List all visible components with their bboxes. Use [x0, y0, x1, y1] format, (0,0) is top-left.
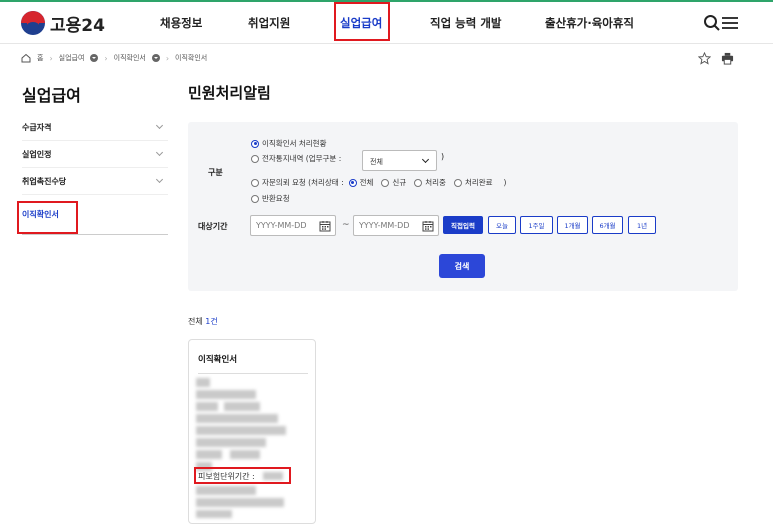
period-today-button[interactable]: 오늘: [488, 216, 516, 234]
paren-close: ): [503, 178, 507, 187]
redacted-text: [224, 402, 260, 411]
site-logo[interactable]: 고용24: [21, 10, 105, 36]
breadcrumb: 홈 › 실업급여 › 이직확인서 › 이직확인서: [21, 50, 207, 66]
redacted-text: [230, 450, 260, 459]
radio-label: 반환요청: [262, 194, 290, 203]
radio-return-request[interactable]: 반환요청: [251, 193, 290, 204]
select-value: 전체: [370, 158, 383, 166]
radio-label: 처리중: [425, 178, 446, 187]
nav-jobs[interactable]: 채용정보: [160, 15, 202, 31]
dropdown-icon[interactable]: [151, 54, 160, 62]
period-direct-input-button[interactable]: 직접입력: [443, 216, 483, 234]
nav-highlight-box: [334, 2, 390, 41]
breadcrumb-separator-icon: ›: [165, 53, 170, 63]
redacted-text: [196, 414, 278, 423]
radio-status-all[interactable]: [348, 178, 357, 187]
page-tools: [698, 52, 734, 65]
star-icon[interactable]: [698, 52, 711, 65]
home-icon[interactable]: [21, 53, 31, 63]
redacted-text: [196, 378, 210, 387]
taegeuk-logo-icon: [21, 11, 45, 35]
redacted-text: [196, 390, 256, 399]
total-prefix: 전체: [188, 317, 203, 326]
start-date-input[interactable]: YYYY-MM-DD: [250, 215, 336, 236]
category-label: 구분: [208, 168, 223, 177]
radio-label: 자문의뢰 요청 (처리상태 :: [262, 178, 344, 187]
calendar-icon[interactable]: [319, 220, 331, 232]
total-count: 1건: [205, 317, 218, 326]
chevron-down-icon: [155, 121, 164, 130]
sidebar-highlight-box: [17, 201, 78, 234]
redacted-text: [196, 426, 286, 435]
business-type-select[interactable]: 전체: [362, 150, 437, 171]
redacted-text: [196, 438, 266, 447]
radio-separation-status[interactable]: 이직확인서 처리현황: [251, 138, 326, 149]
redacted-text: [196, 510, 232, 518]
chevron-down-icon: [155, 175, 164, 184]
search-icon[interactable]: [703, 14, 721, 32]
sidebar-item-unemployment-recognition[interactable]: 실업인정: [22, 141, 168, 168]
radio-label: 전자통지내역 (업무구분 :: [262, 154, 342, 163]
dropdown-icon[interactable]: [90, 54, 99, 62]
redacted-text: [196, 450, 222, 459]
radio-label: 처리완료: [464, 178, 493, 187]
redacted-text: [196, 498, 284, 507]
period-1week-button[interactable]: 1주일: [520, 216, 553, 234]
radio-status-done[interactable]: [453, 178, 462, 187]
radio-label: 전체: [359, 178, 374, 187]
period-6month-button[interactable]: 6개월: [592, 216, 623, 234]
redacted-text: [196, 402, 218, 411]
paren-close: ): [441, 152, 445, 161]
radio-advisory-request[interactable]: 자문의뢰 요청 (처리상태 : 전체 신규 처리중 처리완료 ): [251, 177, 506, 188]
card-divider: [198, 373, 308, 374]
breadcrumb-level2[interactable]: 이직확인서: [114, 53, 146, 63]
sidebar-item-label: 수급자격: [22, 122, 52, 132]
sidebar-item-eligibility[interactable]: 수급자격: [22, 114, 168, 141]
logo-text: 고용24: [50, 15, 105, 36]
nav-employment-support[interactable]: 취업지원: [248, 15, 290, 31]
period-label: 대상기간: [198, 222, 228, 231]
search-button[interactable]: 검색: [439, 254, 485, 278]
nav-parental-leave[interactable]: 출산휴가·육아휴직: [545, 15, 634, 31]
radio-button[interactable]: [251, 154, 259, 163]
breadcrumb-level1[interactable]: 실업급여: [59, 53, 85, 63]
result-total: 전체 1건: [188, 316, 218, 327]
calendar-icon[interactable]: [422, 220, 434, 232]
radio-electronic-notice[interactable]: 전자통지내역 (업무구분 :: [251, 153, 341, 164]
radio-button[interactable]: [251, 178, 259, 187]
global-header: 고용24 채용정보 취업지원 실업급여 직업 능력 개발 출산휴가·육아휴직: [0, 2, 773, 44]
breadcrumb-home[interactable]: 홈: [37, 53, 43, 63]
sidebar-item-label: 취업촉진수당: [22, 176, 67, 186]
radio-label: 신규: [392, 178, 407, 187]
sidebar-title: 실업급여: [22, 86, 81, 105]
date-separator: ~: [342, 220, 350, 230]
menu-icon[interactable]: [721, 14, 739, 32]
end-date-input[interactable]: YYYY-MM-DD: [353, 215, 439, 236]
date-placeholder: YYYY-MM-DD: [359, 221, 410, 230]
sidebar-item-employment-promotion[interactable]: 취업촉진수당: [22, 168, 168, 195]
card-field-highlight-box: [194, 467, 291, 484]
breadcrumb-current: 이직확인서: [175, 54, 208, 62]
radio-status-in-progress[interactable]: [414, 178, 423, 187]
radio-button[interactable]: [251, 194, 259, 203]
chevron-down-icon: [155, 148, 164, 157]
period-1month-button[interactable]: 1개월: [557, 216, 588, 234]
date-placeholder: YYYY-MM-DD: [256, 221, 307, 230]
redacted-text: [196, 486, 256, 495]
print-icon[interactable]: [721, 52, 734, 65]
nav-vocational-training[interactable]: 직업 능력 개발: [430, 15, 502, 31]
breadcrumb-separator-icon: ›: [49, 53, 53, 63]
page-title: 민원처리알림: [188, 84, 271, 102]
card-title: 이직확인서: [198, 355, 238, 365]
radio-button[interactable]: [251, 139, 259, 148]
chevron-down-icon: [421, 155, 430, 164]
radio-status-new[interactable]: [381, 178, 390, 187]
period-1year-button[interactable]: 1년: [628, 216, 656, 234]
radio-label: 이직확인서 처리현황: [262, 139, 327, 148]
breadcrumb-separator-icon: ›: [104, 53, 108, 63]
sidebar-item-label: 실업인정: [22, 149, 52, 159]
